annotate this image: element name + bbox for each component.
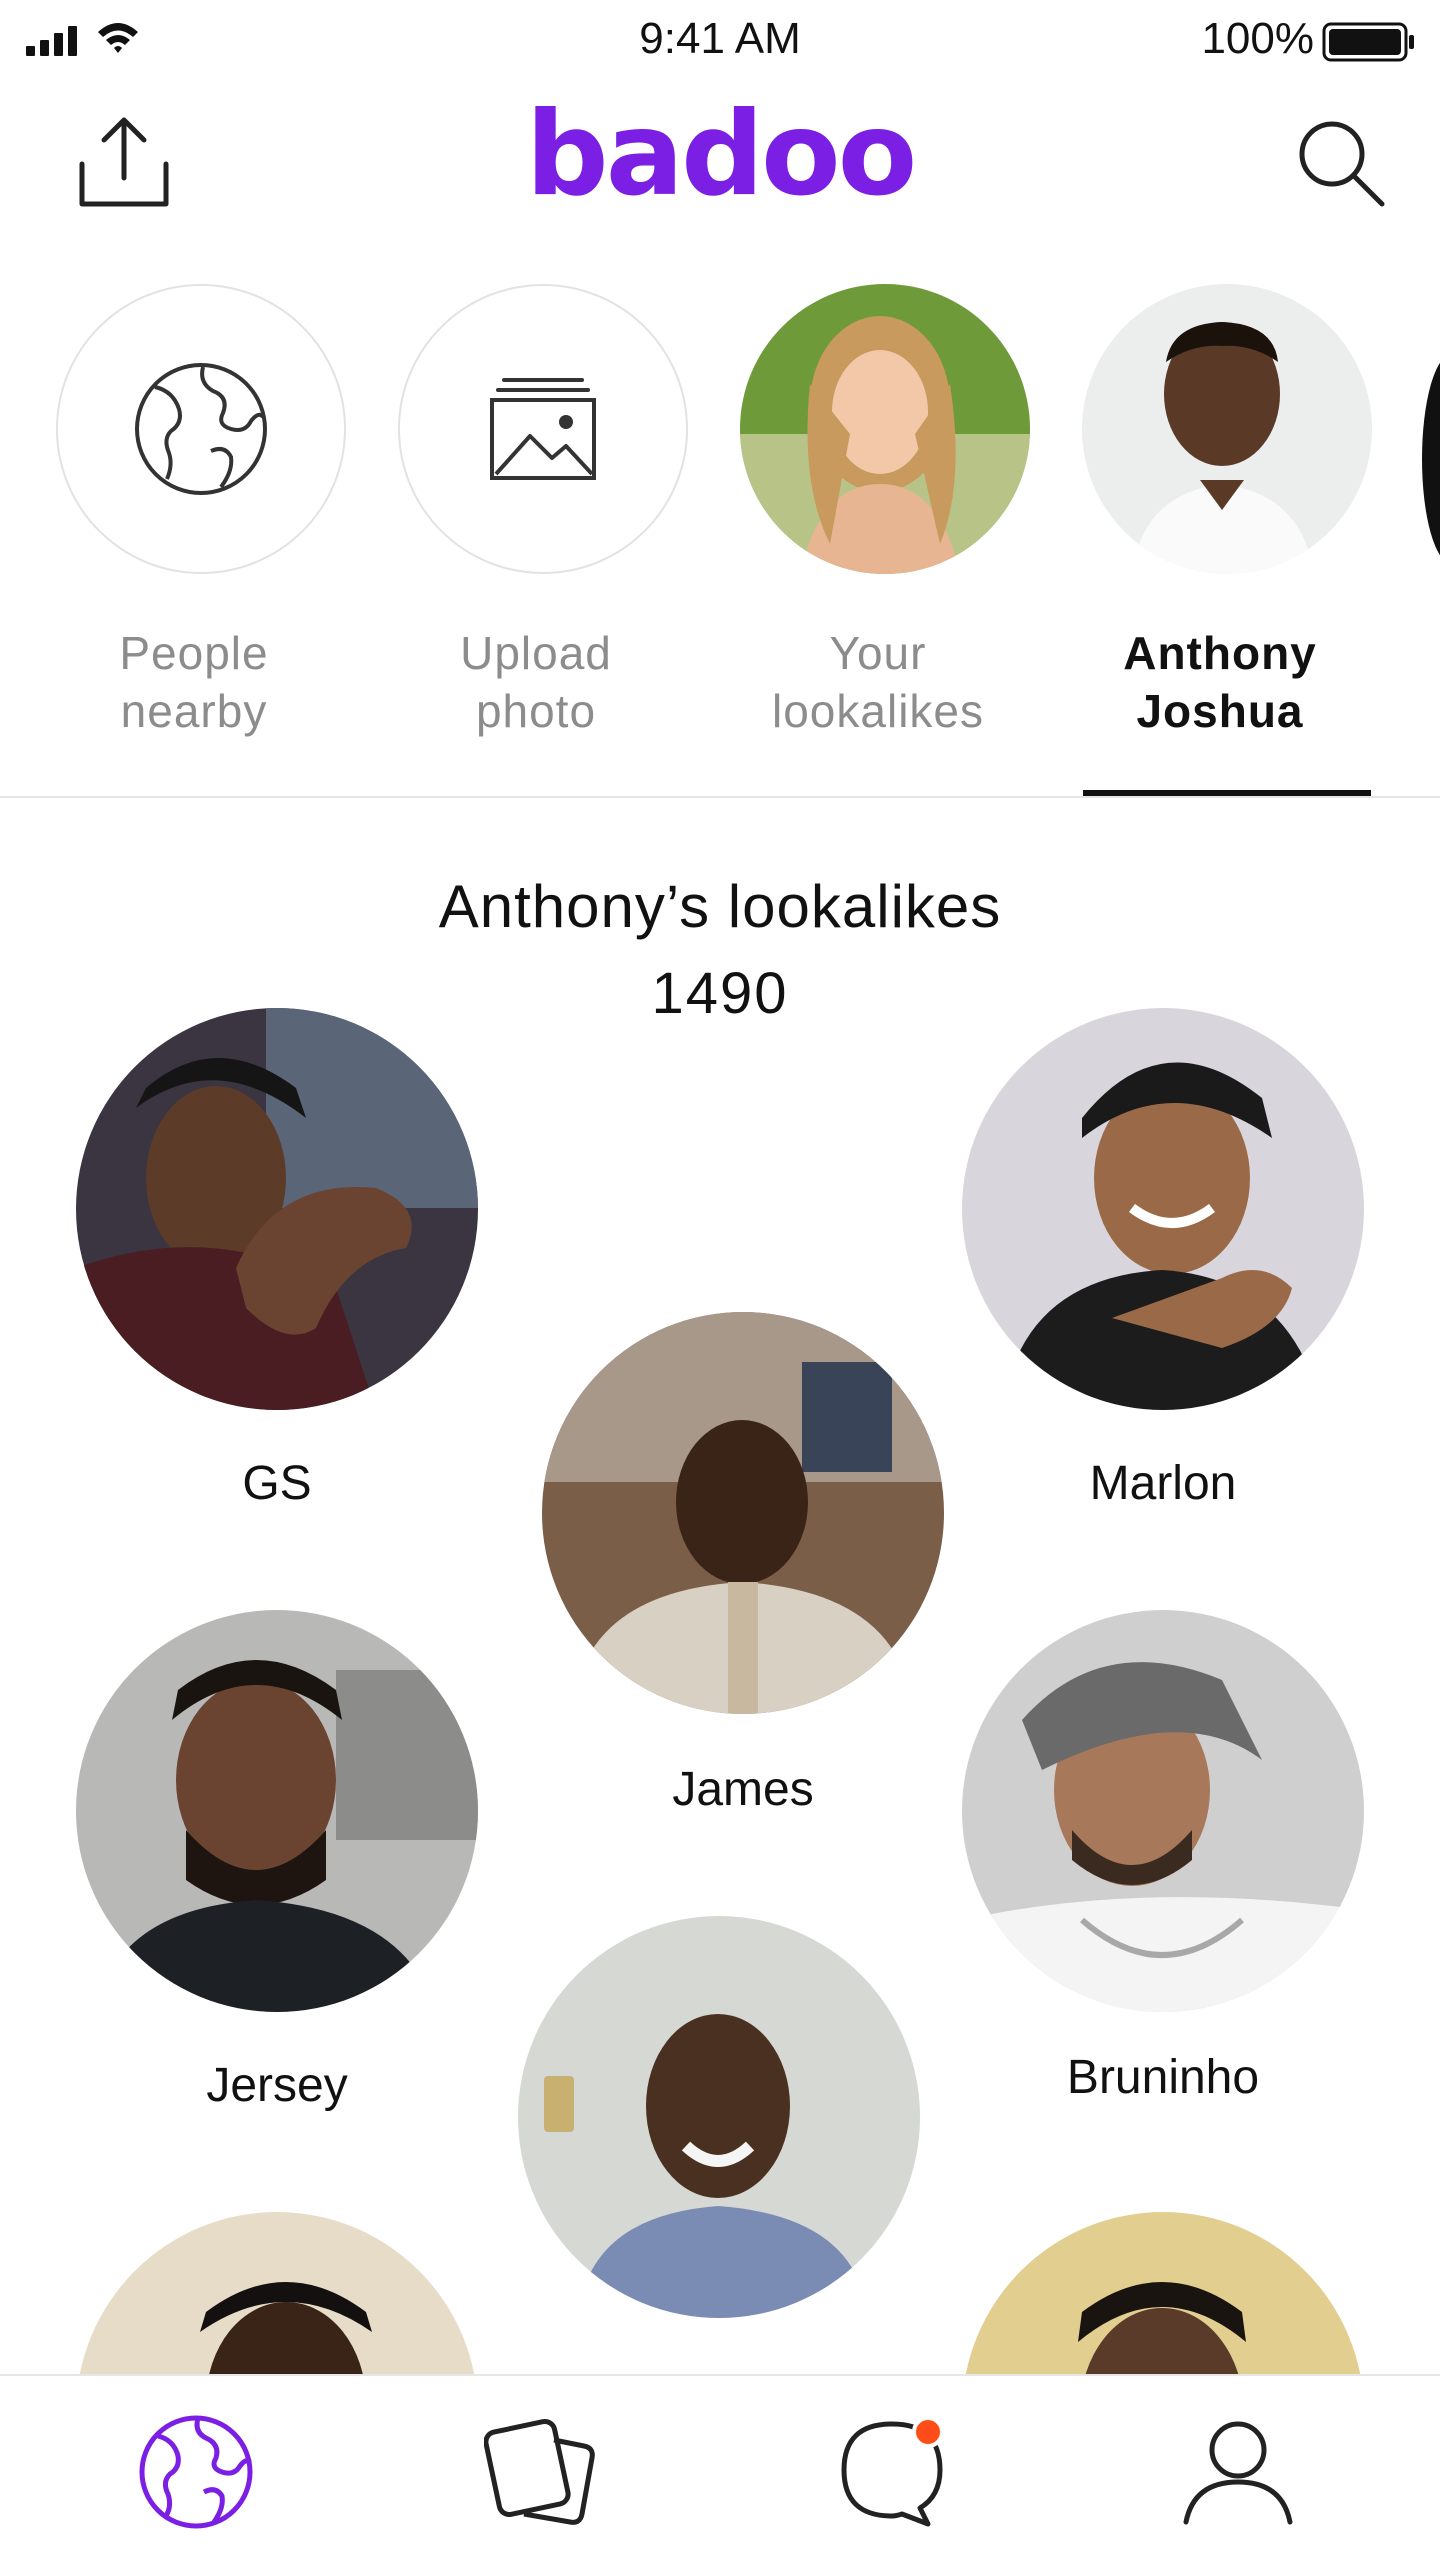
lookalike-photo: [962, 1610, 1364, 2012]
lookalike-card[interactable]: James: [542, 1312, 944, 1816]
lookalikes-title: Anthony’s lookalikes: [438, 873, 1002, 940]
selector-item-upload-photo[interactable]: Upload photo: [386, 284, 688, 798]
lookalike-card[interactable]: [518, 1916, 920, 2318]
lookalike-card[interactable]: Jersey: [76, 1610, 478, 2112]
battery-icon: [1322, 22, 1414, 62]
selector-item-people-nearby[interactable]: People nearby: [44, 284, 346, 798]
lookalike-name: Marlon: [1089, 1457, 1237, 1510]
nav-bar: badoo: [0, 82, 1440, 272]
selected-indicator: [1083, 790, 1371, 796]
search-icon[interactable]: [1290, 112, 1390, 212]
cards-icon[interactable]: [484, 2412, 604, 2532]
logo-text: badoo: [526, 102, 915, 212]
celebrity-avatar: [1082, 284, 1372, 574]
notification-badge: [912, 2416, 944, 2448]
lookalike-name: Jersey: [206, 2059, 348, 2112]
globe-icon[interactable]: [136, 2412, 256, 2532]
globe-icon: [135, 363, 267, 495]
your-photo-avatar: [740, 284, 1030, 574]
lookalike-name: GS: [242, 1457, 312, 1510]
lookalike-photo: [76, 1008, 478, 1410]
selector-item-your-lookalikes[interactable]: Your lookalikes: [728, 284, 1030, 798]
lookalike-card[interactable]: Bruninho: [962, 1610, 1364, 2104]
share-icon[interactable]: [76, 112, 172, 212]
lookalike-name: Bruninho: [1066, 2051, 1260, 2104]
image-upload-icon: [490, 378, 596, 480]
lookalike-photo: [518, 1916, 920, 2318]
badoo-logo: badoo: [526, 102, 918, 212]
lookalike-source-selector: People nearby Upload photo Your lookalik…: [0, 272, 1440, 798]
status-bar: 9:41 AM 100%: [0, 0, 1440, 82]
more-items-peek[interactable]: [1422, 354, 1440, 564]
chat-icon[interactable]: [832, 2412, 952, 2532]
celebrity-photo: [1082, 284, 1372, 574]
selector-label: People nearby: [119, 627, 269, 737]
lookalike-photo: [542, 1312, 944, 1714]
people-nearby-circle: [56, 284, 346, 574]
selector-label: Anthony Joshua: [1123, 627, 1317, 737]
selector-item-anthony-joshua[interactable]: Anthony Joshua: [1070, 284, 1372, 798]
lookalike-photo: [76, 1610, 478, 2012]
selector-label: Your lookalikes: [772, 627, 984, 737]
battery-percentage: 100%: [1201, 14, 1314, 63]
lookalike-name: James: [672, 1763, 814, 1816]
profile-icon[interactable]: [1178, 2412, 1298, 2532]
lookalike-photo: [962, 1008, 1364, 1410]
tab-bar: [0, 2374, 1440, 2560]
user-photo: [740, 284, 1030, 574]
lookalike-card[interactable]: Marlon: [962, 1008, 1364, 1510]
upload-photo-circle: [398, 284, 688, 574]
lookalike-card[interactable]: GS: [76, 1008, 478, 1510]
selector-label: Upload photo: [460, 627, 612, 737]
